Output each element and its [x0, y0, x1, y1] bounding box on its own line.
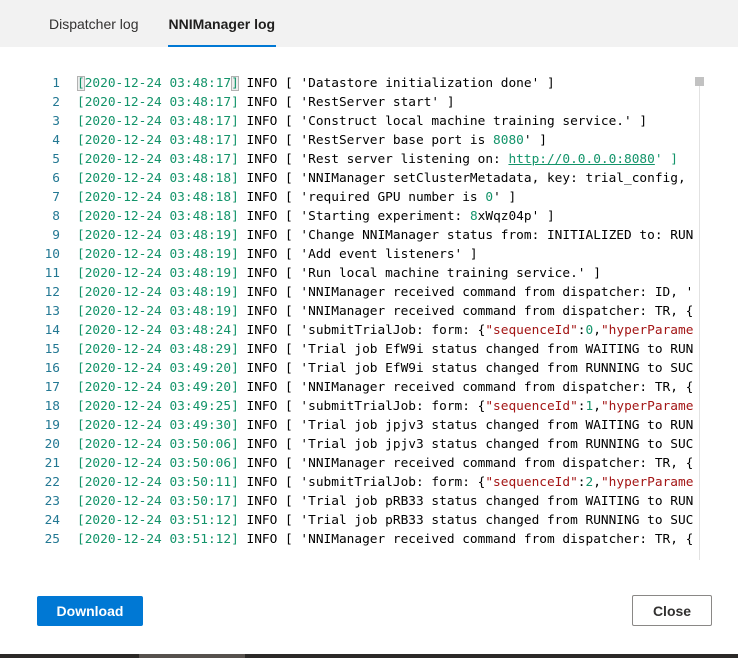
log-line[interactable]: 19 [2020-12-24 03:49:30] INFO [ 'Trial jo… [0, 416, 703, 435]
log-line[interactable]: 17 [2020-12-24 03:49:20] INFO [ 'NNIManag… [0, 378, 703, 397]
log-line[interactable]: 13 [2020-12-24 03:48:19] INFO [ 'NNIManag… [0, 302, 703, 321]
log-line-text: [2020-12-24 03:50:06] INFO [ 'Trial job … [77, 435, 697, 454]
line-number: 22 [0, 473, 60, 492]
log-line-text: [2020-12-24 03:49:20] INFO [ 'NNIManager… [77, 378, 697, 397]
line-number: 14 [0, 321, 60, 340]
log-line[interactable]: 5 [2020-12-24 03:48:17] INFO [ 'Rest serv… [0, 150, 703, 169]
log-editor[interactable]: 1 [2020-12-24 03:48:17] INFO [ 'Datastore… [0, 74, 703, 549]
log-tab-bar: Dispatcher log NNIManager log [0, 0, 738, 47]
log-line[interactable]: 12 [2020-12-24 03:48:19] INFO [ 'NNIManag… [0, 283, 703, 302]
line-number: 13 [0, 302, 60, 321]
line-number: 15 [0, 340, 60, 359]
line-number: 6 [0, 169, 60, 188]
log-line-text: [2020-12-24 03:48:29] INFO [ 'Trial job … [77, 340, 697, 359]
line-number: 16 [0, 359, 60, 378]
vertical-scrollbar-thumb[interactable] [695, 77, 704, 86]
line-number: 5 [0, 150, 60, 169]
close-button[interactable]: Close [632, 595, 712, 626]
log-line-text: [2020-12-24 03:48:18] INFO [ 'Starting e… [77, 207, 697, 226]
log-line-text: [2020-12-24 03:48:17] INFO [ 'Construct … [77, 112, 697, 131]
log-line-text: [2020-12-24 03:48:19] INFO [ 'NNIManager… [77, 283, 697, 302]
log-line-text: [2020-12-24 03:49:25] INFO [ 'submitTria… [77, 397, 697, 416]
log-line-text: [2020-12-24 03:50:17] INFO [ 'Trial job … [77, 492, 697, 511]
line-number: 7 [0, 188, 60, 207]
line-number: 12 [0, 283, 60, 302]
log-line-text: [2020-12-24 03:48:19] INFO [ 'NNIManager… [77, 302, 697, 321]
log-line-text: [2020-12-24 03:49:30] INFO [ 'Trial job … [77, 416, 697, 435]
tab-nnimanager-log-label: NNIManager log [169, 16, 276, 32]
line-number: 11 [0, 264, 60, 283]
log-line[interactable]: 23 [2020-12-24 03:50:17] INFO [ 'Trial jo… [0, 492, 703, 511]
log-line[interactable]: 21 [2020-12-24 03:50:06] INFO [ 'NNIManag… [0, 454, 703, 473]
download-button[interactable]: Download [37, 596, 143, 626]
log-line-text: [2020-12-24 03:48:19] INFO [ 'Run local … [77, 264, 697, 283]
active-tab-underline [168, 45, 277, 47]
horizontal-scrollbar-track[interactable] [0, 654, 738, 658]
log-line-text: [2020-12-24 03:51:12] INFO [ 'NNIManager… [77, 530, 697, 549]
log-line-text: [2020-12-24 03:48:17] INFO [ 'RestServer… [77, 93, 697, 112]
log-line-text: [2020-12-24 03:50:06] INFO [ 'NNIManager… [77, 454, 697, 473]
log-line[interactable]: 2 [2020-12-24 03:48:17] INFO [ 'RestServe… [0, 93, 703, 112]
line-number: 17 [0, 378, 60, 397]
log-line-text: [2020-12-24 03:48:17] INFO [ 'RestServer… [77, 131, 697, 150]
log-line[interactable]: 9 [2020-12-24 03:48:19] INFO [ 'Change NN… [0, 226, 703, 245]
log-line[interactable]: 24 [2020-12-24 03:51:12] INFO [ 'Trial jo… [0, 511, 703, 530]
line-number: 1 [0, 74, 60, 93]
log-line-text: [2020-12-24 03:48:17] INFO [ 'Rest serve… [77, 150, 697, 169]
line-number: 21 [0, 454, 60, 473]
log-line[interactable]: 1 [2020-12-24 03:48:17] INFO [ 'Datastore… [0, 74, 703, 93]
log-line-text: [2020-12-24 03:48:19] INFO [ 'Change NNI… [77, 226, 697, 245]
log-line-text: [2020-12-24 03:48:19] INFO [ 'Add event … [77, 245, 697, 264]
horizontal-scrollbar-thumb[interactable] [139, 654, 245, 658]
log-line[interactable]: 20 [2020-12-24 03:50:06] INFO [ 'Trial jo… [0, 435, 703, 454]
line-number: 9 [0, 226, 60, 245]
tab-nnimanager-log[interactable]: NNIManager log [168, 0, 277, 47]
line-number: 3 [0, 112, 60, 131]
log-line[interactable]: 15 [2020-12-24 03:48:29] INFO [ 'Trial jo… [0, 340, 703, 359]
log-line-text: [2020-12-24 03:48:24] INFO [ 'submitTria… [77, 321, 697, 340]
line-number: 4 [0, 131, 60, 150]
tab-dispatcher-log[interactable]: Dispatcher log [48, 0, 140, 47]
line-number: 10 [0, 245, 60, 264]
log-line[interactable]: 6 [2020-12-24 03:48:18] INFO [ 'NNIManage… [0, 169, 703, 188]
log-line-text: [2020-12-24 03:49:20] INFO [ 'Trial job … [77, 359, 697, 378]
tab-dispatcher-log-label: Dispatcher log [49, 16, 139, 32]
log-line[interactable]: 22 [2020-12-24 03:50:11] INFO [ 'submitTr… [0, 473, 703, 492]
log-line-text: [2020-12-24 03:50:11] INFO [ 'submitTria… [77, 473, 697, 492]
line-number: 20 [0, 435, 60, 454]
log-line[interactable]: 18 [2020-12-24 03:49:25] INFO [ 'submitTr… [0, 397, 703, 416]
line-number: 8 [0, 207, 60, 226]
log-line[interactable]: 4 [2020-12-24 03:48:17] INFO [ 'RestServe… [0, 131, 703, 150]
line-number: 18 [0, 397, 60, 416]
log-line[interactable]: 10 [2020-12-24 03:48:19] INFO [ 'Add even… [0, 245, 703, 264]
log-line-text: [2020-12-24 03:48:18] INFO [ 'required G… [77, 188, 697, 207]
log-line[interactable]: 7 [2020-12-24 03:48:18] INFO [ 'required … [0, 188, 703, 207]
line-number: 19 [0, 416, 60, 435]
line-number: 23 [0, 492, 60, 511]
log-line-text: [2020-12-24 03:48:17] INFO [ 'Datastore … [77, 74, 697, 93]
log-line[interactable]: 8 [2020-12-24 03:48:18] INFO [ 'Starting … [0, 207, 703, 226]
vertical-scrollbar-track [699, 86, 700, 560]
log-line-text: [2020-12-24 03:48:18] INFO [ 'NNIManager… [77, 169, 697, 188]
log-line-text: [2020-12-24 03:51:12] INFO [ 'Trial job … [77, 511, 697, 530]
log-line[interactable]: 3 [2020-12-24 03:48:17] INFO [ 'Construct… [0, 112, 703, 131]
line-number: 24 [0, 511, 60, 530]
log-line[interactable]: 25 [2020-12-24 03:51:12] INFO [ 'NNIManag… [0, 530, 703, 549]
line-number: 25 [0, 530, 60, 549]
log-line[interactable]: 16 [2020-12-24 03:49:20] INFO [ 'Trial jo… [0, 359, 703, 378]
log-line[interactable]: 11 [2020-12-24 03:48:19] INFO [ 'Run loca… [0, 264, 703, 283]
log-line[interactable]: 14 [2020-12-24 03:48:24] INFO [ 'submitTr… [0, 321, 703, 340]
line-number: 2 [0, 93, 60, 112]
